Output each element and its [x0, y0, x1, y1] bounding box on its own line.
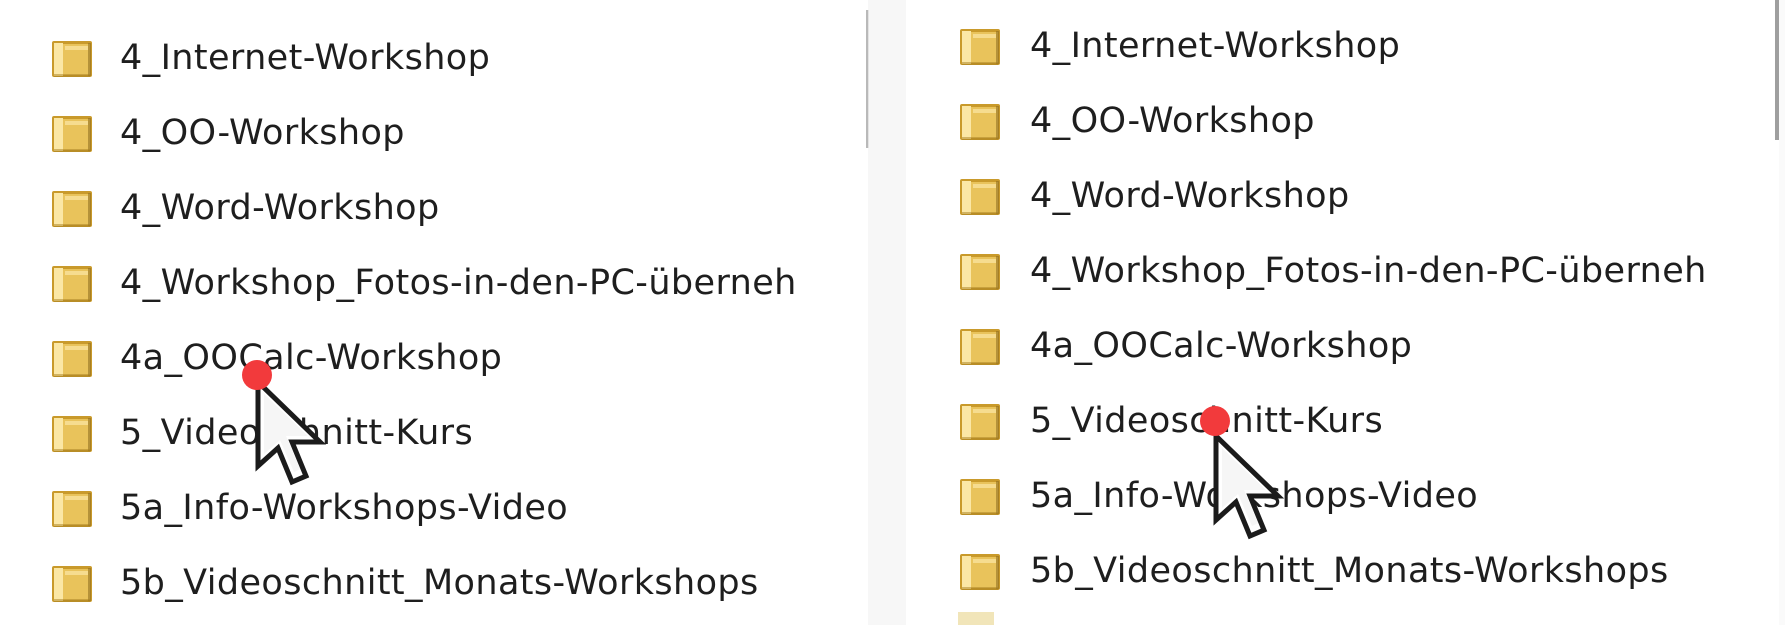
- folder-row-oocalc-workshop[interactable]: 4a_OOCalc-Workshop: [906, 316, 1785, 376]
- folder-row-fotos-workshop[interactable]: 4_Workshop_Fotos-in-den-PC-überneh: [906, 241, 1785, 301]
- folder-row-oo-workshop[interactable]: 4_OO-Workshop: [906, 91, 1785, 151]
- mouse-pointer-icon: [1212, 432, 1296, 544]
- folder-icon: [958, 325, 1002, 367]
- folder-label: 4_OO-Workshop: [120, 113, 405, 153]
- folder-label: 4_OO-Workshop: [1030, 101, 1315, 141]
- folder-row-word-workshop[interactable]: 4_Word-Workshop: [0, 178, 868, 238]
- comparison-stage: 4_Internet-Workshop 4_OO-Workshop 4_Word…: [0, 0, 1785, 625]
- folder-icon: [50, 412, 94, 454]
- folder-row-internet-workshop[interactable]: 4_Internet-Workshop: [906, 16, 1785, 76]
- folder-icon: [50, 487, 94, 529]
- folder-icon: [50, 337, 94, 379]
- folder-row-videoschnitt-monats[interactable]: 5b_Videoschnitt_Monats-Workshops: [906, 541, 1785, 601]
- folder-icon: [958, 100, 1002, 142]
- folder-icon: [50, 112, 94, 154]
- folder-row-videoschnitt-monats[interactable]: 5b_Videoschnitt_Monats-Workshops: [0, 553, 868, 613]
- folder-row-word-workshop[interactable]: 4_Word-Workshop: [906, 166, 1785, 226]
- folder-icon: [958, 475, 1002, 517]
- folder-label: 4a_OOCalc-Workshop: [1030, 326, 1413, 366]
- file-list-panel-before: 4_Internet-Workshop 4_OO-Workshop 4_Word…: [0, 0, 868, 625]
- folder-icon: [958, 25, 1002, 67]
- folder-label: 5a_Info-Workshops-Video: [120, 488, 569, 528]
- folder-icon: [50, 187, 94, 229]
- folder-row-info-workshops-video[interactable]: 5a_Info-Workshops-Video: [906, 466, 1785, 526]
- folder-icon: [958, 250, 1002, 292]
- folder-row-videoschnitt-kurs[interactable]: 5_Videoschnitt-Kurs: [906, 391, 1785, 451]
- click-dot: [1200, 406, 1230, 436]
- folder-row-oocalc-workshop[interactable]: 4a_OOCalc-Workshop: [0, 328, 868, 388]
- folder-label: 4_Internet-Workshop: [1030, 26, 1401, 66]
- divider-line: [1779, 0, 1785, 625]
- folder-row-internet-workshop[interactable]: 4_Internet-Workshop: [0, 28, 868, 88]
- folder-row-oo-workshop[interactable]: 4_OO-Workshop: [0, 103, 868, 163]
- folder-label: 4_Internet-Workshop: [120, 38, 491, 78]
- folder-icon: [50, 262, 94, 304]
- panel-separator: [868, 0, 906, 625]
- folder-icon: [958, 175, 1002, 217]
- folder-row-videoschnitt-kurs[interactable]: 5_Videoschnitt-Kurs: [0, 403, 868, 463]
- folder-label: 5b_Videoschnitt_Monats-Workshops: [120, 563, 759, 603]
- folder-label: 4_Word-Workshop: [120, 188, 440, 228]
- folder-row-fotos-workshop[interactable]: 4_Workshop_Fotos-in-den-PC-überneh: [0, 253, 868, 313]
- folder-label: 4_Workshop_Fotos-in-den-PC-überneh: [120, 263, 797, 303]
- folder-icon: [958, 400, 1002, 442]
- mouse-pointer-icon: [254, 378, 338, 490]
- folder-icon: [50, 37, 94, 79]
- partial-folder-icon: [958, 612, 994, 625]
- file-list-panel-after: 4_Internet-Workshop 4_OO-Workshop 4_Word…: [906, 0, 1785, 625]
- folder-icon: [50, 562, 94, 604]
- folder-icon: [958, 550, 1002, 592]
- folder-label: 5b_Videoschnitt_Monats-Workshops: [1030, 551, 1669, 591]
- folder-label: 4_Workshop_Fotos-in-den-PC-überneh: [1030, 251, 1707, 291]
- click-dot: [242, 360, 272, 390]
- folder-row-info-workshops-video[interactable]: 5a_Info-Workshops-Video: [0, 478, 868, 538]
- divider-line: [868, 10, 869, 148]
- folder-label: 4_Word-Workshop: [1030, 176, 1350, 216]
